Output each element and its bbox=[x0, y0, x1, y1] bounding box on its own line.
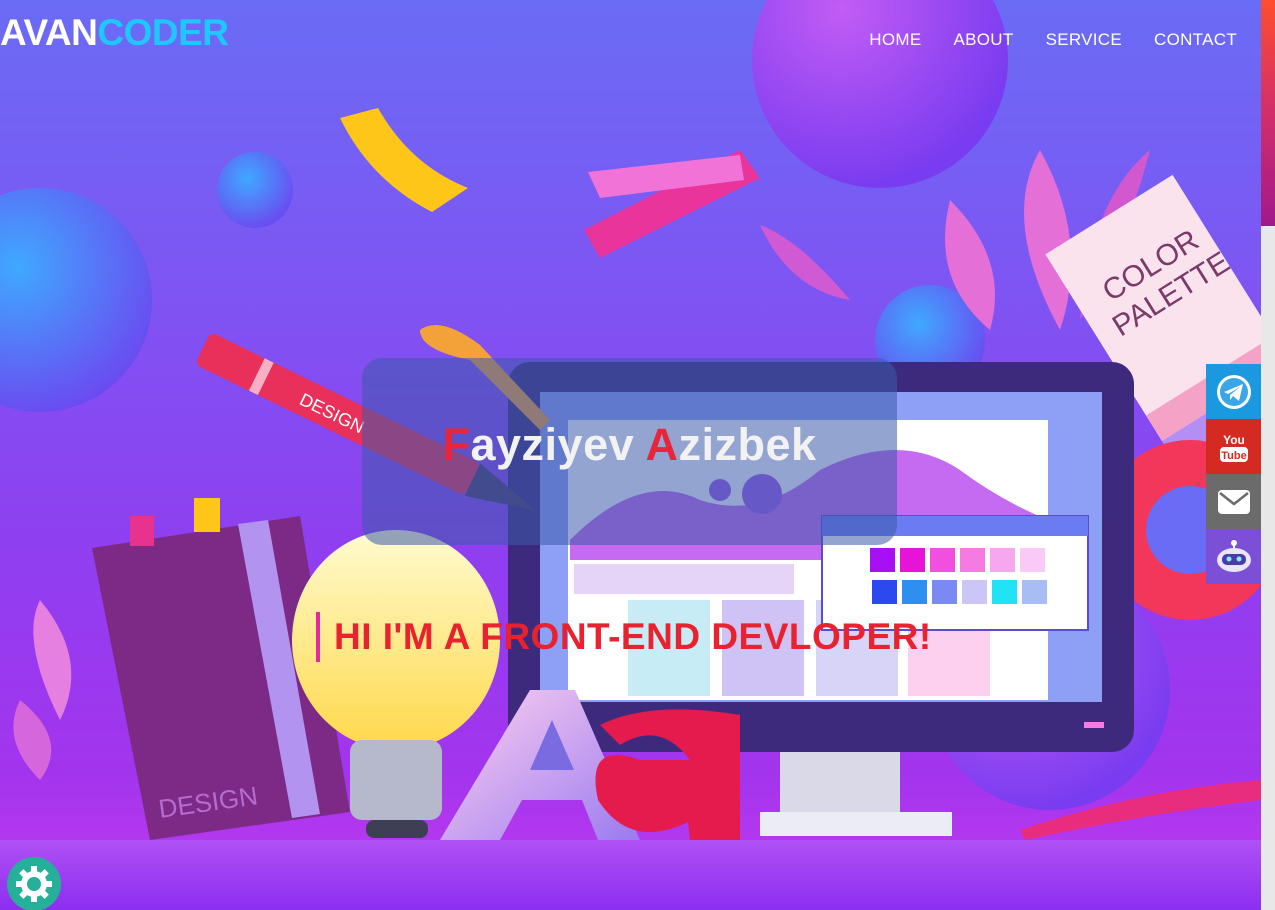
confetti-yellow bbox=[340, 108, 468, 212]
hero-section: COLOR PALETTE DESIGN DESIGN AVANCODER HO… bbox=[0, 0, 1261, 910]
svg-text:Tube: Tube bbox=[1221, 450, 1246, 462]
logo[interactable]: AVANCODER bbox=[0, 12, 229, 54]
sphere-top-right bbox=[752, 0, 1008, 188]
typing-cursor bbox=[316, 612, 320, 662]
email-button[interactable] bbox=[1206, 474, 1261, 529]
gear-icon bbox=[16, 866, 52, 902]
bot-button[interactable] bbox=[1206, 529, 1261, 584]
svg-text:You: You bbox=[1223, 433, 1245, 447]
youtube-button[interactable]: You Tube bbox=[1206, 419, 1261, 474]
tagline-block: HI I'M A FRONT-END DEVLOPER! bbox=[316, 612, 932, 662]
letter-a bbox=[595, 709, 740, 840]
telegram-button[interactable] bbox=[1206, 364, 1261, 419]
nav-service[interactable]: SERVICE bbox=[1046, 30, 1122, 50]
name-last-rest: zizbek bbox=[678, 418, 817, 470]
hero-name: Fayziyev Azizbek bbox=[442, 419, 816, 471]
sphere-left-big bbox=[0, 188, 152, 412]
main-nav: HOME ABOUT SERVICE CONTACT bbox=[869, 30, 1237, 50]
tagline: HI I'M A FRONT-END DEVLOPER! bbox=[334, 616, 932, 657]
settings-button[interactable] bbox=[7, 857, 61, 910]
logo-text-part1: AVAN bbox=[0, 12, 98, 53]
telegram-icon bbox=[1216, 374, 1251, 409]
name-first-initial: F bbox=[442, 418, 471, 470]
youtube-icon: You Tube bbox=[1219, 433, 1248, 462]
logo-text-part2: CODER bbox=[97, 12, 229, 53]
nav-about[interactable]: ABOUT bbox=[954, 30, 1014, 50]
scrollbar-thumb[interactable] bbox=[1261, 0, 1275, 226]
mail-icon bbox=[1217, 489, 1250, 514]
nav-home[interactable]: HOME bbox=[869, 30, 921, 50]
name-first-rest: ayziyev bbox=[470, 418, 646, 470]
page-scrollbar[interactable] bbox=[1261, 0, 1275, 910]
nav-contact[interactable]: CONTACT bbox=[1154, 30, 1237, 50]
robot-icon bbox=[1216, 539, 1251, 572]
sphere-small bbox=[217, 152, 293, 228]
name-card: Fayziyev Azizbek bbox=[362, 358, 897, 545]
name-last-initial: A bbox=[645, 418, 679, 470]
